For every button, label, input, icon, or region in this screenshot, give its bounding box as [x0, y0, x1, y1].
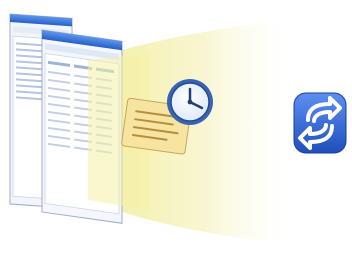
illustration-svg	[9, 13, 347, 245]
clock-icon	[167, 79, 213, 125]
illustration-scene	[0, 0, 352, 256]
sync-arrows-icon	[293, 92, 347, 154]
